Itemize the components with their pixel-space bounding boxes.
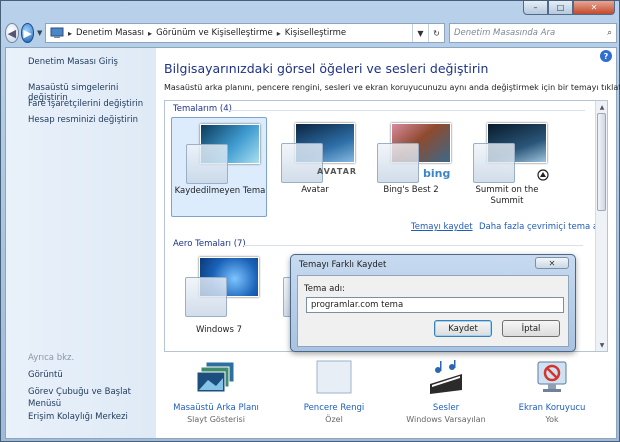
help-icon[interactable]: ? — [600, 50, 612, 62]
breadcrumb-separator: ▸ — [276, 28, 281, 38]
address-bar[interactable]: ▸ Denetim Masası ▸ Görünüm ve Kişiselleş… — [44, 23, 445, 43]
summit-logo-icon — [537, 169, 549, 181]
desktop-background-setting[interactable]: Masaüstü Arka Planı Slayt Gösterisi — [166, 360, 266, 424]
sidebar-link-account-picture[interactable]: Hesap resminizi değiştirin — [28, 115, 138, 125]
get-more-themes-link[interactable]: Daha fazla çevrimiçi tema al — [479, 222, 600, 232]
theme-name: Windows 7 — [195, 325, 243, 335]
scroll-up-button[interactable]: ▲ — [596, 101, 607, 113]
theme-bings-best-2[interactable]: bing Bing's Best 2 — [363, 117, 459, 217]
cancel-button[interactable]: İptal — [502, 320, 560, 337]
save-button[interactable]: Kaydet — [434, 320, 492, 337]
theme-summit[interactable]: Summit on the Summit — [459, 117, 555, 217]
sounds-value: Windows Varsayılan — [406, 415, 486, 424]
group-divider — [225, 110, 585, 111]
theme-color-swatch — [377, 143, 419, 183]
theme-windows-7[interactable]: Windows 7 — [171, 251, 267, 351]
control-panel-icon — [50, 27, 64, 38]
theme-name-label: Tema adı: — [304, 284, 345, 294]
scroll-down-button[interactable]: ▼ — [596, 339, 607, 351]
sidebar-link-mouse-pointers[interactable]: Fare işaretçilerini değiştirin — [28, 99, 143, 109]
close-button[interactable]: ✕ — [573, 1, 615, 15]
theme-thumbnail: bing — [377, 123, 451, 183]
breadcrumb-control-panel[interactable]: Denetim Masası — [76, 28, 144, 38]
theme-thumbnail — [186, 124, 260, 184]
breadcrumb-personalization[interactable]: Kişiselleştirme — [285, 28, 346, 38]
theme-name: Avatar — [301, 185, 329, 195]
theme-name: Bing's Best 2 — [383, 185, 439, 195]
dialog-body: Tema adı: Kaydet İptal — [297, 275, 569, 347]
sidebar-home-link[interactable]: Denetim Masası Giriş — [28, 57, 118, 67]
personalization-window: – □ ✕ ◀ ▶ ▼ ▸ Denetim Masası ▸ Görünüm v… — [0, 0, 620, 442]
theme-name: Kaydedilmeyen Tema — [174, 186, 266, 196]
desktop-background-label: Masaüstü Arka Planı — [173, 403, 259, 413]
page-description: Masaüstü arka planını, pencere rengini, … — [164, 83, 620, 92]
breadcrumb-separator: ▸ — [148, 28, 153, 38]
maximize-button[interactable]: □ — [548, 1, 573, 15]
theme-thumbnail — [473, 123, 549, 183]
theme-settings-strip: Masaüstü Arka Planı Slayt Gösterisi Penc… — [156, 360, 616, 440]
dialog-close-button[interactable]: ✕ — [535, 257, 569, 269]
window-color-setting[interactable]: Pencere Rengi Özel — [284, 360, 384, 424]
back-button[interactable]: ◀ — [5, 23, 19, 43]
scroll-thumb[interactable] — [597, 113, 606, 211]
theme-name-input[interactable] — [306, 297, 564, 313]
caption-buttons: – □ ✕ — [523, 1, 615, 15]
window-color-icon — [316, 360, 352, 394]
bing-logo: bing — [423, 167, 451, 180]
screensaver-icon — [537, 361, 567, 392]
theme-unsaved[interactable]: Kaydedilmeyen Tema — [171, 117, 267, 217]
page-title: Bilgisayarınızdaki görsel öğeleri ve ses… — [164, 61, 489, 76]
search-placeholder: Denetim Masasında Ara — [453, 28, 556, 38]
my-themes-label: Temalarım (4) — [173, 104, 232, 114]
content-area: Denetim Masası Giriş Masaüstü simgelerin… — [5, 47, 620, 440]
window-color-value: Özel — [325, 415, 343, 424]
theme-color-swatch — [185, 277, 227, 317]
breadcrumb-separator: ▸ — [67, 28, 72, 38]
address-actions: ▼ ↻ — [411, 24, 444, 42]
theme-name: Summit on the Summit — [475, 185, 539, 206]
theme-thumbnail — [185, 257, 259, 317]
theme-color-swatch — [473, 143, 515, 183]
breadcrumb-appearance[interactable]: Görünüm ve Kişiselleştirme — [156, 28, 273, 38]
search-input[interactable]: Denetim Masasında Ara ⌕ — [448, 23, 617, 43]
dialog-title: Temayı Farklı Kaydet — [299, 260, 387, 270]
save-theme-dialog: Temayı Farklı Kaydet ✕ Tema adı: Kaydet … — [290, 254, 576, 352]
save-theme-link[interactable]: Temayı kaydet — [411, 222, 473, 232]
navigation-bar: ◀ ▶ ▼ ▸ Denetim Masası ▸ Görünüm ve Kişi… — [5, 21, 617, 45]
sounds-label: Sesler — [432, 403, 460, 413]
desktop-background-icon — [196, 361, 235, 393]
minimize-button[interactable]: – — [523, 1, 548, 15]
search-icon[interactable]: ⌕ — [607, 28, 612, 38]
sidebar: Denetim Masası Giriş Masaüstü simgelerin… — [6, 48, 156, 438]
sounds-icon — [430, 360, 462, 394]
main-panel: ? Bilgisayarınızdaki görsel öğeleri ve s… — [156, 48, 620, 440]
sidebar-link-ease-of-access[interactable]: Erişim Kolaylığı Merkezi — [28, 412, 128, 422]
avatar-logo: AVATAR — [317, 167, 358, 176]
refresh-icon[interactable]: ↻ — [427, 24, 444, 42]
theme-thumbnail: AVATAR — [281, 123, 358, 183]
theme-list-scrollbar[interactable]: ▲ ▼ — [595, 101, 607, 351]
desktop-background-value: Slayt Gösterisi — [187, 415, 245, 424]
theme-color-swatch — [186, 144, 228, 184]
window-color-label: Pencere Rengi — [303, 403, 365, 413]
aero-themes-label: Aero Temaları (7) — [173, 239, 246, 249]
see-also-title: Ayrıca bkz. — [28, 353, 75, 363]
sidebar-link-taskbar[interactable]: Görev Çubuğu ve Başlat Menüsü — [28, 386, 138, 410]
screensaver-value: Yok — [545, 415, 559, 424]
sidebar-link-display[interactable]: Görüntü — [28, 370, 63, 380]
sounds-setting[interactable]: Sesler Windows Varsayılan — [396, 360, 496, 424]
forward-button[interactable]: ▶ — [20, 23, 35, 43]
group-divider — [243, 245, 583, 246]
address-dropdown-icon[interactable]: ▼ — [411, 24, 428, 42]
recent-pages-dropdown[interactable]: ▼ — [36, 29, 43, 37]
screensaver-setting[interactable]: Ekran Koruyucu Yok — [502, 360, 602, 424]
theme-color-swatch — [281, 143, 323, 183]
theme-avatar[interactable]: AVATAR Avatar — [267, 117, 363, 217]
screensaver-label: Ekran Koruyucu — [518, 403, 586, 413]
